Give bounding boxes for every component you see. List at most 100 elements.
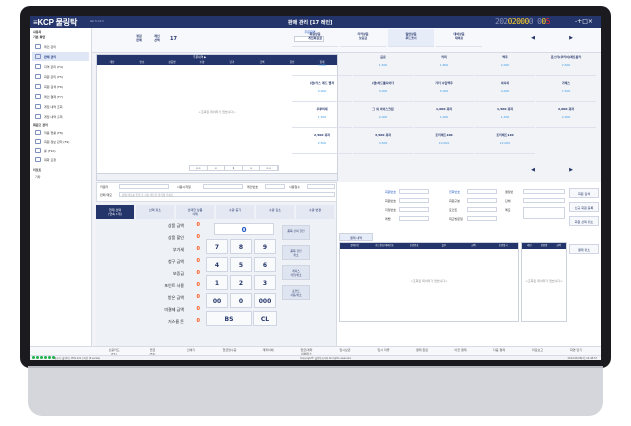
member-no-input[interactable] bbox=[399, 189, 429, 194]
decision-input[interactable] bbox=[523, 189, 565, 194]
op-button-b4[interactable]: 수량 증가 bbox=[216, 205, 254, 219]
numpad-key[interactable]: BS bbox=[206, 311, 252, 326]
product-button[interactable]: 폰스타(쿠키어)레트롬카 2,500 bbox=[536, 51, 596, 76]
numpad-key[interactable]: 2 bbox=[230, 275, 252, 290]
member-search-button[interactable]: 회원 검색 bbox=[569, 188, 599, 198]
new-member-button[interactable]: 신규 회원 등록 bbox=[569, 202, 599, 212]
numpad-key[interactable]: 000 bbox=[254, 293, 276, 308]
product-button[interactable]: (캠)카스 레드 랩저 4,000 bbox=[292, 77, 352, 102]
start-date-input[interactable] bbox=[203, 184, 243, 189]
sidebar-item[interactable]: 회원 정보 관리 (F9) bbox=[32, 137, 89, 146]
prev-category-arrow[interactable]: ◀ bbox=[524, 29, 542, 47]
numpad-key[interactable]: 4 bbox=[206, 257, 228, 272]
payment-cancel-button[interactable]: 결제 취소 bbox=[569, 244, 599, 254]
sidebar-item[interactable]: 게임 내역 조회 bbox=[32, 102, 89, 111]
sidebar-item[interactable]: 회원 관리 (F5) bbox=[32, 72, 89, 81]
lane-no-input[interactable] bbox=[265, 184, 285, 189]
note-input[interactable] bbox=[523, 207, 565, 219]
numpad-side-button[interactable]: 레지스 적립/취소 bbox=[282, 265, 310, 280]
prev-page-arrow[interactable]: ◀ bbox=[524, 161, 542, 179]
start-date-label: 사용시작일 bbox=[177, 185, 191, 189]
product-button[interactable]: 1,000 과자 1,000 bbox=[414, 103, 474, 128]
product-button[interactable]: 3,500 과자 3,500 bbox=[353, 129, 413, 154]
product-button[interactable]: 조리베드100 10,000 bbox=[414, 129, 474, 154]
member-no2-input[interactable] bbox=[399, 198, 429, 203]
numpad-side-button[interactable]: 포인트 사용/취소 bbox=[282, 285, 310, 300]
op-button-b2[interactable]: 선택 취소 bbox=[136, 205, 174, 219]
cancel-member-button[interactable]: 회원 선택 취소 bbox=[569, 216, 599, 226]
numpad-side-button[interactable]: 품목 할인 취소 bbox=[282, 245, 310, 260]
product-button[interactable]: 2,000 과자 2,000 bbox=[536, 103, 596, 128]
tab-payment-history[interactable]: 결제 내역 bbox=[339, 233, 373, 241]
numpad-key[interactable]: 5 bbox=[230, 257, 252, 272]
product-button[interactable]: 가더 수입맥주 5,000 bbox=[414, 77, 474, 102]
product-button[interactable]: 커피 1,800 bbox=[414, 51, 474, 76]
product-name: 3,500 과자 bbox=[374, 133, 392, 137]
assign-no-input[interactable] bbox=[399, 207, 429, 212]
sidebar-item-etc[interactable]: 기타 bbox=[32, 172, 89, 181]
product-button[interactable]: 우루비세 1,500 bbox=[292, 103, 352, 128]
product-category-tab[interactable]: 대여상품 대여료 bbox=[436, 29, 482, 47]
sidebar-item[interactable]: 레인 관리 bbox=[32, 42, 89, 51]
op-button-b5[interactable]: 수량 감소 bbox=[256, 205, 294, 219]
numpad-key[interactable]: 0 bbox=[230, 293, 252, 308]
window-controls[interactable]: -+□× bbox=[575, 18, 593, 25]
product-button[interactable]: 그 외 아이스크림 2,000 bbox=[353, 103, 413, 128]
status-right-text: 2024-08-08(목) 14:48:57 bbox=[567, 357, 597, 360]
product-button[interactable]: 아사히 4,000 bbox=[475, 77, 535, 102]
product-button[interactable]: 맥주 2,000 bbox=[475, 51, 535, 76]
use-days-input[interactable] bbox=[307, 184, 335, 189]
sidebar-item[interactable]: 레인 결제 (F7) bbox=[32, 92, 89, 101]
op-button-b1[interactable]: 현재 선택 (연속 1개) bbox=[96, 205, 134, 219]
next-page-arrow[interactable]: ▶ bbox=[562, 161, 580, 179]
pager-button[interactable]: << bbox=[190, 166, 208, 170]
sidebar-item[interactable]: 대화 요청 bbox=[32, 155, 89, 164]
product-button[interactable]: 생수 1,000 bbox=[292, 51, 352, 76]
sidebar-item[interactable]: 지역 관리 (F4) bbox=[32, 62, 89, 71]
menu-icon bbox=[35, 157, 41, 162]
product-button[interactable]: 가래스 7,500 bbox=[536, 77, 596, 102]
sidebar-item[interactable]: 게임 내역 출력 bbox=[32, 112, 89, 121]
sidebar-item[interactable]: 롤 (F10) bbox=[32, 146, 89, 155]
pager-button[interactable]: >> bbox=[260, 166, 278, 170]
numpad-key[interactable]: 8 bbox=[230, 239, 252, 254]
product-button[interactable]: (캠)하드플사이다 3,000 bbox=[353, 77, 413, 102]
product-button[interactable]: 1,500 과자 1,500 bbox=[475, 103, 535, 128]
product-button[interactable]: 음료 1,500 bbox=[353, 51, 413, 76]
op-button-b6[interactable]: 수량 변경 bbox=[296, 205, 334, 219]
phone-no-input[interactable] bbox=[467, 189, 497, 194]
member-type-input[interactable] bbox=[467, 198, 497, 203]
pager-button[interactable]: 1 bbox=[225, 166, 243, 170]
numpad-key[interactable]: 9 bbox=[254, 239, 276, 254]
counter-input[interactable] bbox=[119, 184, 169, 189]
numpad-key[interactable]: CL bbox=[253, 311, 277, 326]
numpad-key[interactable]: 6 bbox=[254, 257, 276, 272]
memo-input[interactable]: 판매 메모를 입력 후 저장 버튼을 클릭해 주세요 bbox=[119, 192, 335, 197]
pager-button[interactable]: < bbox=[208, 166, 226, 170]
product-category-tab[interactable]: 일반상품 푸드코너 bbox=[388, 29, 434, 47]
product-category-tab[interactable]: 리커상품 보증금 bbox=[340, 29, 386, 47]
next-category-arrow[interactable]: ▶ bbox=[562, 29, 580, 47]
top-btn-lane-select[interactable]: 레인 선택 bbox=[150, 34, 164, 42]
product-button[interactable]: 2,500 과자 2,500 bbox=[292, 129, 352, 154]
op-button-b3[interactable]: 선택한 상품 삭제 bbox=[176, 205, 214, 219]
product-button[interactable]: 조리베드120 12,000 bbox=[475, 129, 535, 154]
sidebar-item[interactable]: 회원 검색 (F6) bbox=[32, 82, 89, 91]
numpad-key[interactable]: 00 bbox=[206, 293, 228, 308]
last-visit-input[interactable] bbox=[467, 216, 497, 221]
level-input[interactable] bbox=[399, 216, 429, 221]
top-btn-fixed-sale[interactable]: 정원 판매 bbox=[132, 34, 146, 42]
product-price: 10,000 bbox=[438, 141, 450, 145]
sidebar-item[interactable]: 판매 관리 bbox=[32, 52, 89, 61]
product-category-tab[interactable]: 회원상품 게임회원권 bbox=[292, 29, 338, 47]
numpad-key[interactable]: 7 bbox=[206, 239, 228, 254]
product-price: 1,000 bbox=[439, 115, 449, 119]
numpad-side-button[interactable]: 품목 선택 할인 bbox=[282, 225, 310, 240]
note-label: 메모 bbox=[505, 208, 511, 212]
numpad-key[interactable]: 1 bbox=[206, 275, 228, 290]
point-input[interactable] bbox=[467, 207, 497, 212]
sidebar-item[interactable]: 적용 현황 (F8) bbox=[32, 128, 89, 137]
numpad-key[interactable]: 3 bbox=[254, 275, 276, 290]
pager-button[interactable]: > bbox=[243, 166, 261, 170]
group-input[interactable] bbox=[523, 198, 565, 203]
